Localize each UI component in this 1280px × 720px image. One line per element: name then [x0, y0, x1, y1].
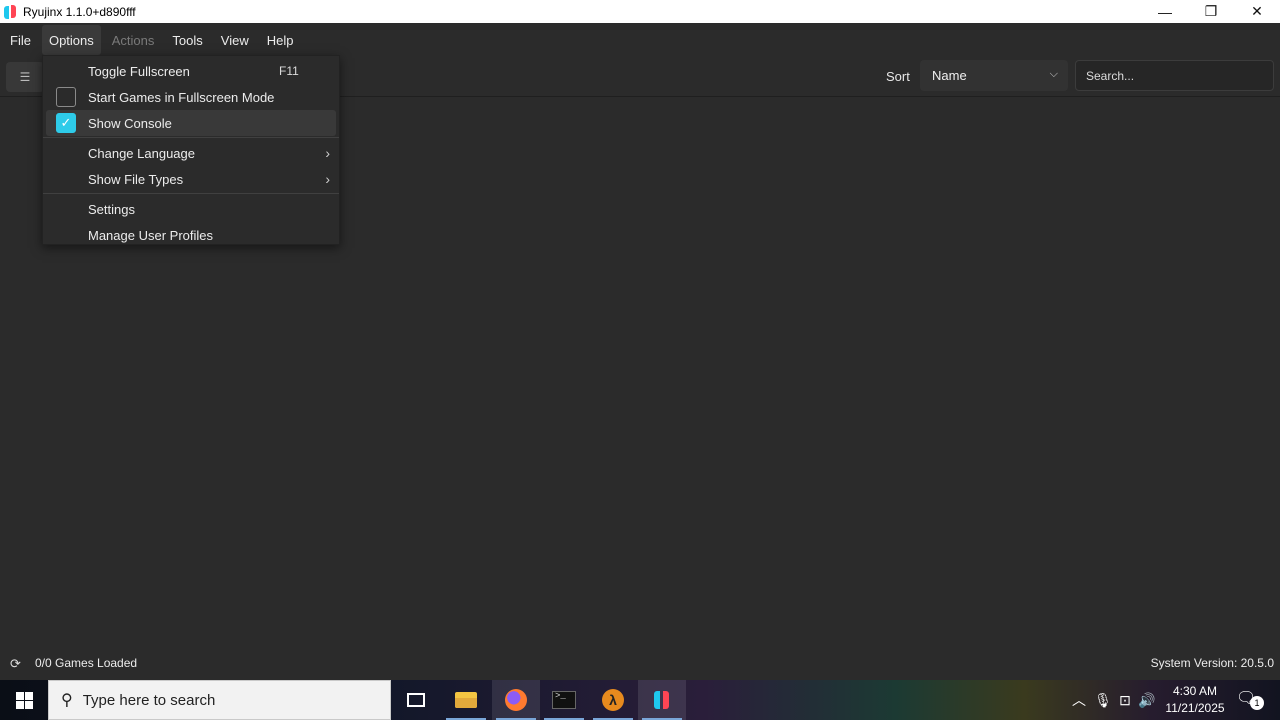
chevron-up-icon[interactable]: ︿	[1070, 690, 1088, 710]
close-button[interactable]: ✕	[1234, 0, 1280, 23]
menu-item-start-games-fullscreen[interactable]: Start Games in Fullscreen Mode	[46, 84, 336, 110]
lambda-icon: λ	[602, 689, 624, 711]
hamburger-icon: ☰	[19, 70, 31, 84]
menu-actions[interactable]: Actions	[105, 25, 162, 55]
menu-item-label: Start Games in Fullscreen Mode	[88, 89, 275, 105]
sort-select[interactable]: Name ⌵	[920, 60, 1068, 91]
task-view-button[interactable]	[392, 680, 440, 720]
firefox-icon	[505, 689, 527, 711]
task-view-icon	[407, 693, 425, 707]
shortcut-label: F11	[279, 64, 299, 78]
status-bar: ⟳ 0/0 Games Loaded System Version: 20.5.…	[0, 648, 1280, 680]
menu-item-manage-user-profiles[interactable]: Manage User Profiles	[46, 222, 336, 248]
menu-separator	[43, 193, 339, 194]
menu-item-label: Toggle Fullscreen	[88, 63, 190, 79]
sort-label: Sort	[886, 69, 910, 84]
menu-options[interactable]: Options	[41, 25, 101, 55]
search-icon: ⚲	[61, 692, 73, 709]
microphone-icon[interactable]: 🎙	[1092, 692, 1114, 709]
chevron-right-icon: ›	[325, 145, 330, 161]
notification-center-button[interactable]: 🗨 1	[1236, 688, 1264, 712]
taskbar-ryujinx[interactable]	[638, 680, 686, 720]
menu-item-label: Show File Types	[88, 171, 184, 187]
terminal-icon: >_	[552, 691, 576, 709]
volume-icon[interactable]: 🔊	[1136, 692, 1158, 709]
taskbar-half-life[interactable]: λ	[589, 680, 637, 720]
menu-item-toggle-fullscreen[interactable]: Toggle Fullscreen F11	[46, 58, 336, 84]
start-button[interactable]	[0, 680, 48, 720]
menu-file[interactable]: File	[3, 25, 38, 55]
menu-item-show-file-types[interactable]: Show File Types ›	[46, 166, 336, 192]
clock-date: 11/21/2025	[1165, 701, 1225, 715]
clock-time: 4:30 AM	[1172, 684, 1218, 698]
menu-help[interactable]: Help	[260, 25, 301, 55]
file-explorer-icon	[455, 692, 477, 708]
menu-item-show-console[interactable]: ✓ Show Console	[46, 110, 336, 136]
taskbar-file-explorer[interactable]	[442, 680, 490, 720]
title-bar: Ryujinx 1.1.0+d890fff — ❐ ✕	[0, 0, 1280, 23]
checkbox-checked[interactable]: ✓	[56, 113, 76, 133]
games-loaded-status: 0/0 Games Loaded	[35, 656, 138, 670]
windows-taskbar: ⚲ Type here to search >_ λ ︿ 🎙 ⊡ 🔊 4:30 …	[0, 680, 1280, 720]
window-controls: — ❐ ✕	[1142, 0, 1280, 23]
window-title: Ryujinx 1.1.0+d890fff	[23, 4, 136, 19]
windows-logo-icon	[15, 691, 33, 709]
menu-item-label: Settings	[88, 201, 135, 217]
menu-item-label: Change Language	[88, 145, 195, 161]
menu-view[interactable]: View	[214, 25, 256, 55]
menu-item-label: Show Console	[88, 115, 172, 131]
taskbar-search-box[interactable]: ⚲ Type here to search	[48, 680, 391, 720]
chevron-down-icon: ⌵	[1049, 68, 1058, 80]
checkbox-unchecked[interactable]	[56, 87, 76, 107]
menu-item-settings[interactable]: Settings	[46, 196, 336, 222]
options-menu: Toggle Fullscreen F11 Start Games in Ful…	[42, 55, 340, 245]
menu-separator	[43, 137, 339, 138]
search-input[interactable]	[1075, 60, 1274, 91]
taskbar-firefox[interactable]	[492, 680, 540, 720]
taskbar-search-placeholder: Type here to search	[82, 691, 216, 709]
menu-item-label: Manage User Profiles	[88, 227, 213, 243]
taskbar-terminal[interactable]: >_	[540, 680, 588, 720]
notification-badge: 1	[1250, 696, 1264, 710]
taskbar-clock[interactable]: 4:30 AM 11/21/2025	[1160, 683, 1230, 717]
list-view-button[interactable]: ☰	[6, 62, 44, 92]
sort-value: Name	[932, 68, 967, 83]
refresh-icon[interactable]: ⟳	[10, 656, 21, 672]
ryujinx-icon	[651, 689, 673, 711]
checkmark-icon: ✓	[60, 115, 72, 130]
restore-button[interactable]: ❐	[1188, 0, 1234, 23]
menu-tools[interactable]: Tools	[165, 25, 209, 55]
system-version: System Version: 20.5.0	[1150, 656, 1274, 670]
ryujinx-logo-icon	[2, 4, 18, 20]
system-tray: ︿ 🎙 ⊡ 🔊	[1070, 680, 1158, 720]
chevron-right-icon: ›	[325, 171, 330, 187]
minimize-button[interactable]: —	[1142, 0, 1188, 23]
menu-item-change-language[interactable]: Change Language ›	[46, 140, 336, 166]
menu-bar: File Options Actions Tools View Help	[0, 23, 1280, 57]
network-icon[interactable]: ⊡	[1114, 692, 1136, 709]
